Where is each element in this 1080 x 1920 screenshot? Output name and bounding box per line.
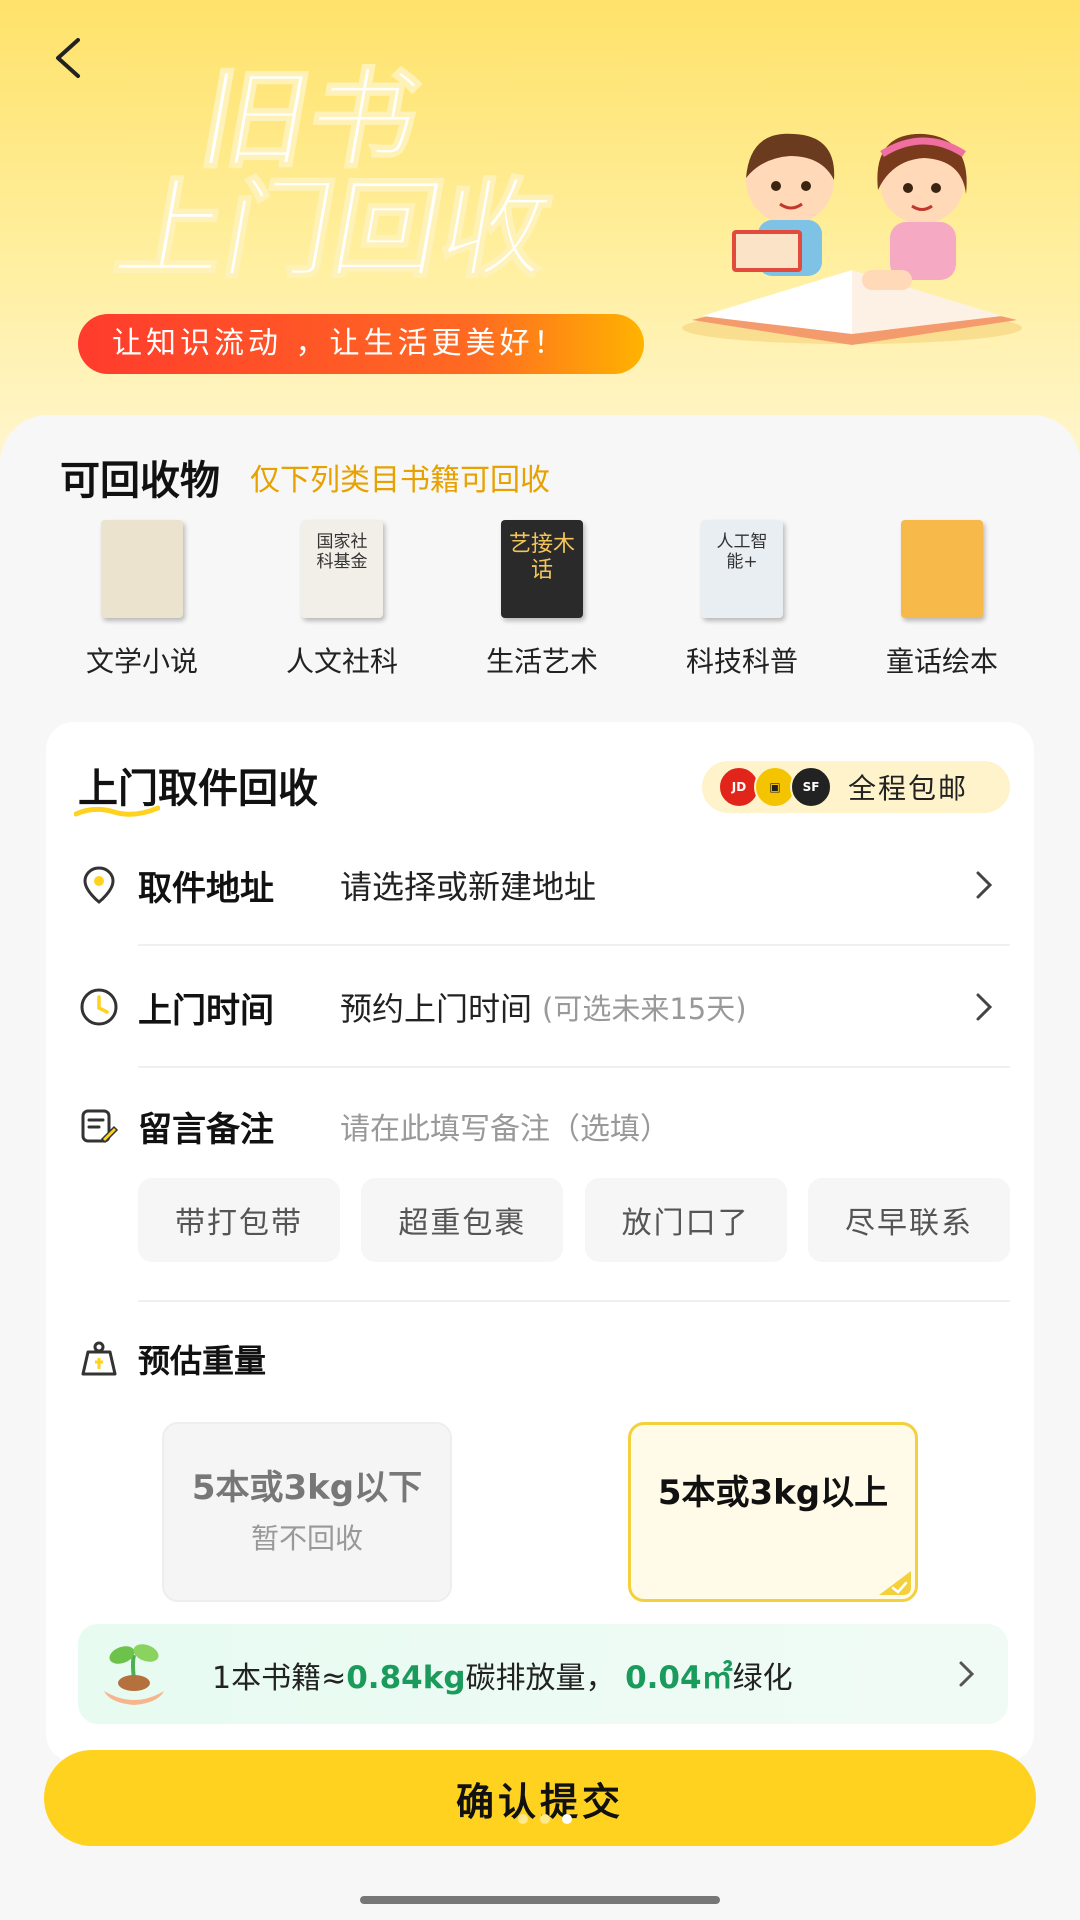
chevron-right-icon [976,993,993,1021]
note-edit-icon [81,1109,119,1144]
category-item-literature[interactable]: 文学小说 [62,520,222,680]
page-indicator [512,1814,578,1824]
page-dot [518,1814,528,1824]
category-label: 文学小说 [85,645,198,678]
quick-tag[interactable]: 带打包带 [138,1178,340,1262]
category-label: 生活艺术 [485,645,598,678]
courier-logos: JD ▣ SF [718,766,832,808]
pickup-time-label: 上门时间 [138,990,274,1031]
weight-option-title: 5本或3kg以下 [191,1468,423,1508]
category-label: 人文社科 [285,645,398,678]
address-value: 请选择或新建地址 [340,868,597,906]
back-button[interactable] [40,28,100,88]
page-dot-active [562,1814,572,1824]
address-label: 取件地址 [138,868,274,909]
quick-tag[interactable]: 尽早联系 [807,1178,1010,1262]
category-item-humanities[interactable]: 国家社科基金 人文社科 [262,520,422,680]
weight-option-over[interactable]: 5本或3kg以上 [628,1422,918,1602]
weight-icon [81,1341,117,1376]
free-shipping-text: 全程包邮 [848,772,969,805]
eco-impact-banner[interactable]: 1本书籍≈0.84kg碳排放量， 0.04㎡绿化 [78,1624,1008,1724]
submit-button[interactable]: 确认提交 [44,1750,1036,1846]
book-cover-icon [101,520,183,618]
clock-icon [80,988,118,1026]
carbon-label: 碳排放量， [465,1660,616,1696]
book-cover-icon: 艺接木话 [501,520,583,618]
book-cover-icon: 人工智能+ [701,520,783,618]
category-label: 科技科普 [685,645,798,678]
quick-note-tags: 带打包带 超重包裹 放门口了 尽早联系 [138,1178,1010,1262]
category-list: 文学小说 国家社科基金 人文社科 艺接木话 生活艺术 人工智能+ 科技科普 童话… [62,520,1022,680]
banner-title: 旧书 上门回收 [100,45,640,294]
green-label: 绿化 [732,1660,793,1696]
chevron-right-icon [959,1661,975,1687]
eco-text: 1本书籍≈0.84kg碳排放量， 0.04㎡绿化 [212,1652,793,1697]
category-title: 可回收物 [60,458,220,504]
divider [138,1066,1010,1068]
note-label: 留言备注 [138,1109,274,1150]
home-indicator[interactable] [360,1896,720,1904]
address-row[interactable]: 取件地址 请选择或新建地址 [78,845,1008,925]
weight-option-under[interactable]: 5本或3kg以下 暂不回收 [162,1422,452,1602]
banner-title-line1: 旧书 [191,57,429,183]
category-subtitle: 仅下列类目书籍可回收 [250,463,550,498]
weight-header: 预估重量 [78,1336,266,1382]
divider [138,1300,1010,1302]
slogan-banner: 让知识流动 ，让生活更美好！ [78,314,644,374]
eco-prefix: 1本书籍≈ [212,1660,347,1696]
quick-tag[interactable]: 超重包裹 [361,1178,564,1262]
weight-option-title: 5本或3kg以上 [657,1473,889,1513]
note-input[interactable]: 请在此填写备注（选填） [340,1104,670,1148]
pickup-time-row[interactable]: 上门时间 预约上门时间 (可选未来15天) [78,967,1008,1047]
page-dot [540,1814,550,1824]
divider [138,944,1010,946]
green-value: 0.04㎡ [625,1659,733,1696]
title-underline-decoration [74,805,160,817]
sf-logo-icon: SF [790,766,832,808]
selected-check-icon [879,1571,911,1595]
sprout-in-hand-icon [104,1644,164,1705]
quick-tag[interactable]: 放门口了 [584,1178,787,1262]
category-item-picture-book[interactable]: 童话绘本 [862,520,1022,680]
category-header: 可回收物 仅下列类目书籍可回收 [60,452,550,504]
category-item-science[interactable]: 人工智能+ 科技科普 [662,520,822,680]
weight-option-subtitle: 暂不回收 [250,1522,363,1555]
location-pin-icon [83,866,115,904]
pickup-time-hint: (可选未来15天) [542,992,747,1026]
category-label: 童话绘本 [885,645,998,678]
carbon-value: 0.84kg [346,1659,466,1696]
pickup-time-value: 预约上门时间 [340,990,533,1028]
banner-title-line2: 上门回收 [106,167,560,285]
weight-label: 预估重量 [138,1342,267,1380]
chevron-left-icon [56,38,80,78]
free-shipping-badge: JD ▣ SF 全程包邮 [702,761,1010,813]
note-row[interactable]: 留言备注 请在此填写备注（选填） [78,1086,1008,1166]
chevron-right-icon [976,871,993,899]
book-cover-icon [901,520,983,618]
category-item-lifestyle-art[interactable]: 艺接木话 生活艺术 [462,520,622,680]
book-cover-icon: 国家社科基金 [301,520,383,618]
kids-reading-illustration [672,120,1032,355]
